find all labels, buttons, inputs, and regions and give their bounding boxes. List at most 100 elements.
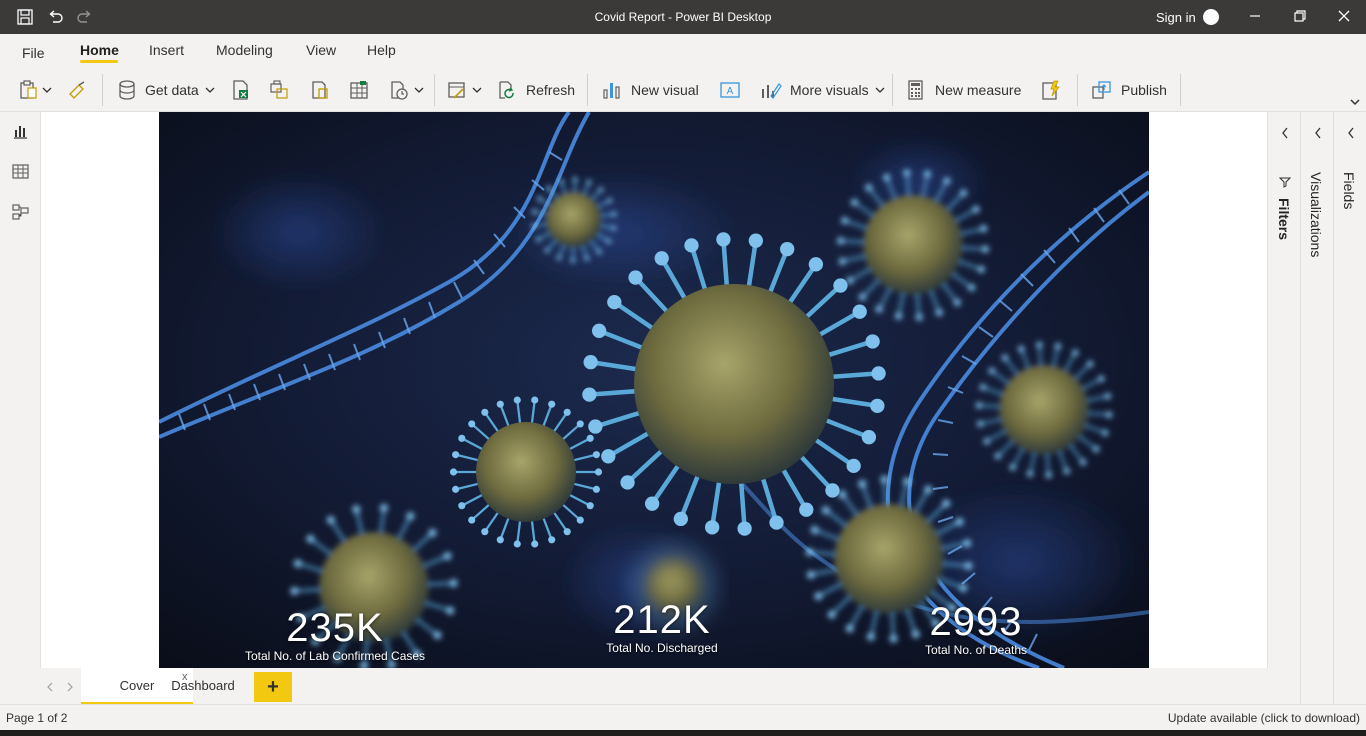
chevron-left-icon[interactable] (1313, 126, 1323, 140)
virus-spike-tip (977, 265, 985, 273)
ribbon-separator (587, 74, 588, 106)
virus-spike-tip (481, 408, 489, 416)
tab-next-icon[interactable] (67, 682, 73, 692)
menu-help[interactable]: Help (367, 42, 396, 58)
kpi-deaths[interactable]: 2993 Total No. of Deaths (846, 600, 1106, 657)
chevron-left-icon[interactable] (1346, 126, 1356, 140)
recent-sources-button[interactable] (388, 79, 424, 101)
virus-spike-tip (968, 284, 976, 292)
refresh-label: Refresh (526, 82, 576, 98)
virus-spike-tip (592, 485, 600, 493)
dataset-button[interactable] (268, 79, 290, 101)
virus-spike-tip (959, 584, 968, 592)
add-page-button[interactable]: + (254, 672, 292, 702)
enter-data-button[interactable] (348, 79, 370, 101)
virus-spike-tip (1054, 343, 1062, 350)
virus-spike-tip (606, 238, 612, 244)
refresh-button[interactable]: Refresh (496, 79, 575, 101)
virus-spike-tip (814, 592, 823, 601)
virus-spike-tip (1092, 445, 1100, 453)
virus-spike-tip (645, 549, 651, 555)
collapse-ribbon-icon[interactable] (1349, 97, 1361, 107)
filters-pane[interactable]: Filters (1267, 112, 1301, 668)
format-painter-icon (69, 81, 85, 99)
virus-spike-tip (988, 367, 996, 375)
table-grid-icon (350, 81, 368, 99)
virus-spike-tip (1086, 360, 1094, 368)
virus-spike-tip (452, 451, 460, 459)
data-view-icon[interactable] (11, 162, 30, 181)
virus-spike-tip (513, 396, 521, 404)
virus-spike-tip (865, 183, 873, 192)
virus-spike-tip (875, 305, 883, 313)
publish-button[interactable]: Publish (1091, 79, 1167, 101)
kpi-label: Total No. Discharged (606, 641, 718, 655)
close-icon[interactable] (1337, 9, 1351, 23)
new-visual-label: New visual (631, 82, 699, 98)
virus-spike-tip (850, 198, 858, 206)
text-box-button[interactable]: A (719, 79, 741, 101)
virus-spike-tip (943, 177, 951, 185)
avatar[interactable] (1203, 9, 1219, 25)
quick-measure-button[interactable] (1040, 79, 1062, 101)
virus-body (634, 284, 834, 484)
tab-prev-icon[interactable] (47, 682, 53, 692)
tab-dashboard[interactable]: Dashboard (159, 668, 247, 704)
menu-home[interactable]: Home (80, 42, 119, 58)
update-available-link[interactable]: Update available (click to download) (1168, 711, 1360, 725)
paste-button[interactable] (18, 79, 52, 101)
virus-spike-tip (449, 468, 458, 476)
excel-button[interactable] (231, 79, 251, 101)
new-measure-label: New measure (935, 82, 1022, 98)
virus-spike-tip (748, 233, 763, 248)
virus-spike-tip (660, 542, 666, 548)
virus-body (834, 504, 944, 614)
virus-spike-tip (572, 176, 578, 182)
virus-spike-tip (352, 505, 361, 514)
virus-spike-tip (586, 502, 594, 510)
kpi-label: Total No. of Deaths (924, 643, 1028, 657)
more-visuals-button[interactable]: More visuals (760, 79, 885, 101)
virus-spike-tip (808, 257, 824, 272)
virus-spike-tip (588, 419, 603, 434)
virus-spike-tip (780, 241, 795, 257)
chevron-left-icon[interactable] (1280, 126, 1290, 140)
virus-spike-tip (607, 294, 622, 310)
report-view-icon[interactable] (11, 122, 30, 141)
virus-spike-tip (628, 578, 634, 584)
virus-spike-tip (858, 479, 867, 488)
virus-spike-tip (972, 205, 980, 213)
visualizations-label: Visualizations (1308, 172, 1324, 258)
visualizations-pane[interactable]: Visualizations (1300, 112, 1334, 704)
menu-view[interactable]: View (306, 42, 336, 58)
model-view-icon[interactable] (11, 202, 30, 221)
chevron-down-icon (472, 87, 482, 93)
restore-icon[interactable] (1293, 9, 1307, 23)
sign-in-link[interactable]: Sign in (1156, 10, 1196, 25)
virus-spike-tip (846, 458, 861, 474)
virus-spike-tip (468, 420, 476, 428)
format-painter-button[interactable] (67, 79, 89, 101)
sql-server-button[interactable] (309, 79, 331, 101)
new-visual-button[interactable]: New visual (601, 79, 699, 101)
virus-spike-tip (837, 237, 845, 245)
menu-insert[interactable]: Insert (149, 42, 184, 58)
virus-spike-tip (1036, 341, 1043, 349)
transform-data-button[interactable] (446, 79, 482, 101)
virus-spike-tip (1098, 375, 1105, 382)
virus-spike-tip (1001, 354, 1009, 361)
virus-spike-tip (871, 366, 886, 381)
virus-spike-tip (596, 249, 602, 255)
new-measure-button[interactable]: New measure (905, 79, 1021, 101)
menu-modeling[interactable]: Modeling (216, 42, 273, 58)
virus-spike-tip (846, 277, 854, 285)
chevron-down-icon (875, 87, 885, 93)
minimize-icon[interactable] (1248, 9, 1262, 23)
kpi-discharged[interactable]: 212K Total No. Discharged (532, 598, 792, 655)
kpi-confirmed-cases[interactable]: 235K Total No. of Lab Confirmed Cases (205, 606, 465, 663)
virus-spike-tip (810, 526, 819, 534)
menu-file[interactable]: File (22, 45, 45, 61)
virus-spike-tip (558, 178, 564, 184)
get-data-button[interactable]: Get data (117, 79, 215, 101)
fields-pane[interactable]: Fields (1333, 112, 1366, 704)
